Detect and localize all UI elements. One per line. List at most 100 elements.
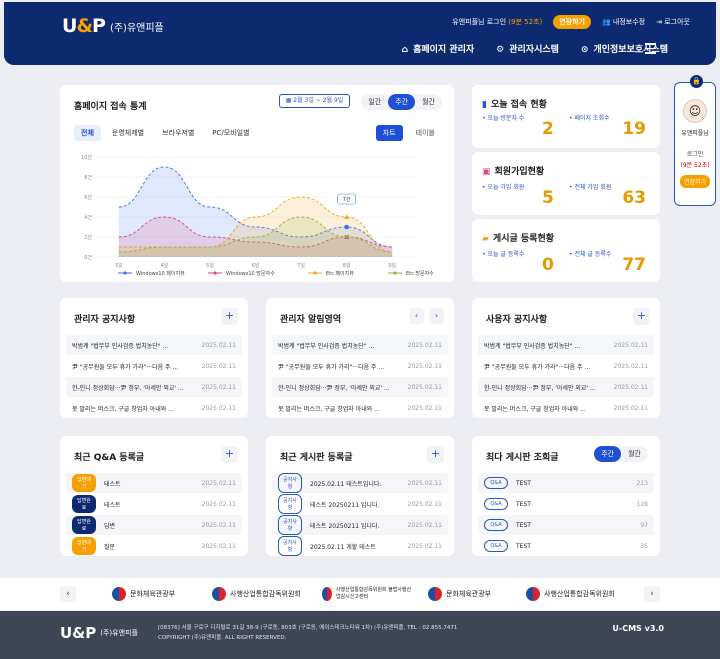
list-item[interactable]: 한-인니 정상회담···尹 정부, '아세안 외교' ... 2025.02.11 xyxy=(272,377,448,397)
date-range-picker[interactable]: ▦ 2월 3일 ~ 2월 9일 xyxy=(279,94,350,108)
legend-marker xyxy=(213,271,217,275)
list-item-title: TEST xyxy=(516,500,531,508)
legend-label: Windows10 페이지뷰 xyxy=(136,270,185,277)
list-item-meta: 2025.02.11 xyxy=(407,404,442,412)
period-daily[interactable]: 일간 xyxy=(361,94,388,110)
add-icon[interactable]: + xyxy=(221,308,238,325)
y-tick-label: 4건 xyxy=(84,214,92,221)
list-item-meta: 97 xyxy=(640,521,648,529)
brand-logo[interactable]: U&P (주)유앤피플 xyxy=(62,15,164,37)
period-monthly[interactable]: 월간 xyxy=(415,94,442,110)
footer-logo: U&P (주)유앤피플 xyxy=(60,624,138,642)
list-item[interactable]: 못 말리는 머스크, 구글 창업자 아내와 ... 2025.02.11 xyxy=(478,398,654,418)
admin-alert-card: 관리자 알림영역 ‹ › 박범계 "법무부 인사검증 법치농단" ... 2025… xyxy=(266,298,454,418)
status-badge: Q&A xyxy=(484,477,508,489)
legend-label: Etc 방문자수 xyxy=(406,270,434,277)
add-icon[interactable]: + xyxy=(427,446,444,463)
list-item[interactable]: 공지사항 2025.02.11 테스트입니다. 2025.02.11 xyxy=(272,473,448,493)
banner-item[interactable]: 문화체육관광부 xyxy=(428,587,491,601)
avatar[interactable]: ☺ xyxy=(683,99,707,123)
posts-title: 게시글 등록현황 xyxy=(492,234,555,244)
list-item-meta: 2025.02.11 xyxy=(613,341,648,349)
list-item[interactable]: 못 말리는 머스크, 구글 창업자 아내와 ... 2025.02.11 xyxy=(66,398,242,418)
page-views-label: 페이지 조회수 xyxy=(574,115,610,122)
list-item[interactable]: 尹 "공무원들 모두 휴가 가라"···다음 주 ... 2025.02.11 xyxy=(478,356,654,376)
list-item-title: 못 말리는 머스크, 구글 창업자 아내와 ... xyxy=(484,405,586,413)
list-item[interactable]: 한-인니 정상회담···尹 정부, '아세안 외교' ... 2025.02.11 xyxy=(66,377,242,397)
menu-icon[interactable] xyxy=(645,43,656,57)
board-card: 최근 게시판 등록글 + 공지사항 2025.02.11 테스트입니다. 2025.… xyxy=(266,436,454,556)
list-item[interactable]: 尹 "공무원들 모두 휴가 가라"···다음 주 ... 2025.02.11 xyxy=(66,356,242,376)
list-item-title: 질문 xyxy=(104,543,116,551)
view-tabs: 차트 테이블 xyxy=(375,125,442,141)
profile-panel: 🔒 ☺ 유앤피플님 로그인 (9분 52초) 연장하기 xyxy=(674,75,716,206)
my-info-link[interactable]: 👥 내정보수정 xyxy=(602,17,645,27)
list-item-title: 尹 "공무원들 모두 휴가 가라"···다음 주 ... xyxy=(278,363,385,371)
filter-browser[interactable]: 브라우저별 xyxy=(155,125,201,141)
visit-chart: 10건 8건 6건 4건 2건 0건 3일 4일 5일 6일 7일 8일 9일 7건 Windows10 페… xyxy=(81,154,434,277)
lock-icon: ⊙ xyxy=(580,45,589,55)
board-title: 최근 게시판 등록글 xyxy=(280,453,353,463)
list-item[interactable]: 공지사항 테스트 20250211 입니다. 2025.02.11 xyxy=(272,494,448,514)
today-visits-card: ▮ 오늘 접속 현황 • 오늘 방문자 수 2 • 페이지 조회수 19 xyxy=(472,85,660,148)
list-item[interactable]: 공지사항 테스트 20250211 입니다. 2025.02.11 xyxy=(272,515,448,535)
banner-item[interactable]: 문화체육관광부 xyxy=(112,587,175,601)
gear-icon: ⚙ xyxy=(496,45,505,55)
list-item[interactable]: 답변완료 답변 2025.02.11 xyxy=(66,515,242,535)
period-weekly[interactable]: 주간 xyxy=(388,94,416,110)
list-item-meta: 2025.02.11 xyxy=(407,383,442,391)
next-arrow-icon[interactable]: › xyxy=(429,308,444,324)
nav-admin-system[interactable]: ⚙ 관리자시스템 xyxy=(496,42,559,55)
add-icon[interactable]: + xyxy=(221,446,238,463)
list-item[interactable]: Q&A TEST 35 xyxy=(478,536,654,556)
most-viewed-title: 최다 게시판 조회글 xyxy=(486,453,559,463)
tab-monthly[interactable]: 월간 xyxy=(621,446,648,462)
list-item[interactable]: Q&A TEST 128 xyxy=(478,494,654,514)
banner-item[interactable]: 사행산업통합감독위원회 xyxy=(212,587,301,601)
login-message: 유앤피플님 로그인 xyxy=(452,18,507,26)
y-tick-label: 2건 xyxy=(84,234,92,241)
view-chart[interactable]: 차트 xyxy=(375,125,403,141)
list-item[interactable]: 박범계 "법무부 인사검증 법치농단" ... 2025.02.11 xyxy=(478,335,654,355)
list-item[interactable]: 박범계 "법무부 인사검증 법치농단" ... 2025.02.11 xyxy=(272,335,448,355)
filter-device[interactable]: PC/모바일별 xyxy=(205,125,256,141)
list-item[interactable]: 한-인니 정상회담···尹 정부, '아세안 외교' ... 2025.02.11 xyxy=(478,377,654,397)
list-item[interactable]: 공지사항 2025.02.11 게할 테스트 2025.02.11 xyxy=(272,536,448,556)
home-icon: ⌂ xyxy=(401,45,409,55)
version-label: U-CMS v3.0 xyxy=(612,624,664,633)
nav-homepage-admin[interactable]: ⌂ 홈페이지 관리자 xyxy=(402,42,475,55)
filter-os[interactable]: 운영체제별 xyxy=(105,125,151,141)
y-tick-label: 6건 xyxy=(84,194,92,201)
list-item-title: 못 말리는 머스크, 구글 창업자 아내와 ... xyxy=(72,405,174,413)
list-item[interactable]: 답변대기 질문 2025.02.11 xyxy=(66,536,242,556)
banner-item[interactable]: 사행산업통합감독위원회 xyxy=(526,587,615,601)
list-item-title: 테스트 xyxy=(104,480,121,488)
list-item[interactable]: 못 말리는 머스크, 구글 창업자 아내와 ... 2025.02.11 xyxy=(272,398,448,418)
admin-alert-list: 박범계 "법무부 인사검증 법치농단" ... 2025.02.11 尹 "공무원들… xyxy=(272,335,448,419)
list-item-meta: 2025.02.11 xyxy=(201,404,236,412)
banner-item[interactable]: 사행산업통합감독위원회 불법사행산업감시신고센터 xyxy=(322,587,412,601)
status-badge: 공지사항 xyxy=(278,494,302,514)
tab-weekly[interactable]: 주간 xyxy=(594,446,622,462)
post-registration-card: ▰ 게시글 등록현황 • 오늘 글 등록수 0 • 전체 글 등록수 77 xyxy=(472,219,660,282)
list-item[interactable]: 답변대기 테스트 2025.02.11 xyxy=(66,473,242,493)
list-item[interactable]: 답변완료 테스트 2025.02.11 xyxy=(66,494,242,514)
add-icon[interactable]: + xyxy=(633,308,650,325)
list-item[interactable]: 尹 "공무원들 모두 휴가 가라"···다음 주 ... 2025.02.11 xyxy=(272,356,448,376)
view-table[interactable]: 테이블 xyxy=(409,125,442,141)
visit-stats-card: 홈페이지 접속 통계 ▦ 2월 3일 ~ 2월 9일 일간 주간 월간 전체 운… xyxy=(60,85,454,282)
list-item[interactable]: 박범계 "법무부 인사검증 법치농단" ... 2025.02.11 xyxy=(66,335,242,355)
today-signup-label: 오늘 가입 회원 xyxy=(487,184,525,191)
list-item[interactable]: Q&A TEST 213 xyxy=(478,473,654,493)
filter-all[interactable]: 전체 xyxy=(74,125,101,141)
list-item-meta: 2025.02.11 xyxy=(201,383,236,391)
extend-session-button[interactable]: 연장하기 xyxy=(553,15,591,29)
user-notice-title: 사용자 공지사항 xyxy=(486,315,548,325)
banner-next-icon[interactable]: › xyxy=(644,586,660,602)
profile-extend-button[interactable]: 연장하기 xyxy=(679,175,711,188)
list-item[interactable]: Q&A TEST 97 xyxy=(478,515,654,535)
logout-link[interactable]: ⇥ 로그아웃 xyxy=(656,17,690,27)
status-badge: 답변대기 xyxy=(72,474,96,492)
banner-prev-icon[interactable]: ‹ xyxy=(60,586,76,602)
prev-arrow-icon[interactable]: ‹ xyxy=(409,308,424,324)
